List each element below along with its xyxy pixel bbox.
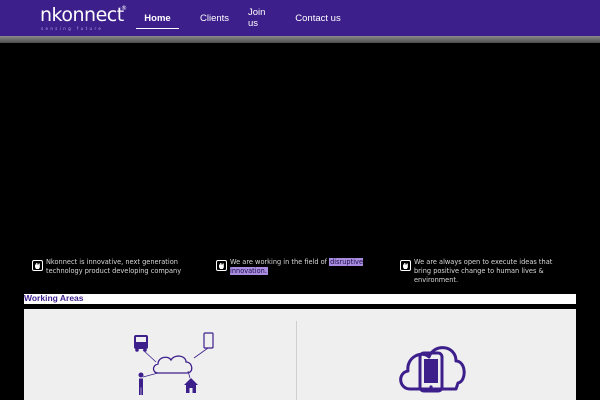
nav-clients[interactable]: Clients	[191, 0, 238, 36]
brand-name: nkonnect	[40, 4, 124, 26]
feature-text: We are working in the field of disruptiv…	[230, 258, 376, 276]
feature-text: We are always open to execute ideas that…	[414, 258, 553, 284]
nav-contact-us[interactable]: Contact us	[285, 0, 351, 36]
feature-strip: Nkonnect is innovative, next generation …	[0, 258, 600, 290]
connected-devices-icon	[134, 332, 214, 395]
panel-divider	[296, 321, 297, 400]
hand-icon	[32, 260, 43, 271]
feature-text-lead: We are working in the field of	[230, 258, 330, 266]
nav-join-us[interactable]: Join us	[238, 0, 285, 36]
hand-icon	[400, 260, 411, 271]
feature-item: Nkonnect is innovative, next generation …	[32, 258, 192, 276]
feature-item: We are always open to execute ideas that…	[400, 258, 560, 285]
header-shadow-bar	[0, 36, 600, 43]
feature-item: We are working in the field of disruptiv…	[216, 258, 376, 276]
working-areas-bar: Working Areas	[24, 293, 576, 304]
main-nav: Home Clients Join us Contact us	[134, 0, 351, 36]
site-header: nkonnect ® sensing future Home Clients J…	[0, 0, 600, 36]
working-areas-title: Working Areas	[24, 293, 84, 303]
cloud-phone-icon	[399, 346, 466, 393]
working-areas-panel	[24, 309, 576, 400]
feature-text: Nkonnect is innovative, next generation …	[46, 258, 182, 275]
hand-icon	[216, 260, 227, 271]
nav-home[interactable]: Home	[134, 0, 181, 36]
registered-mark: ®	[121, 5, 127, 12]
brand-logo[interactable]: nkonnect ® sensing future	[40, 4, 130, 33]
brand-tagline: sensing future	[41, 26, 104, 31]
